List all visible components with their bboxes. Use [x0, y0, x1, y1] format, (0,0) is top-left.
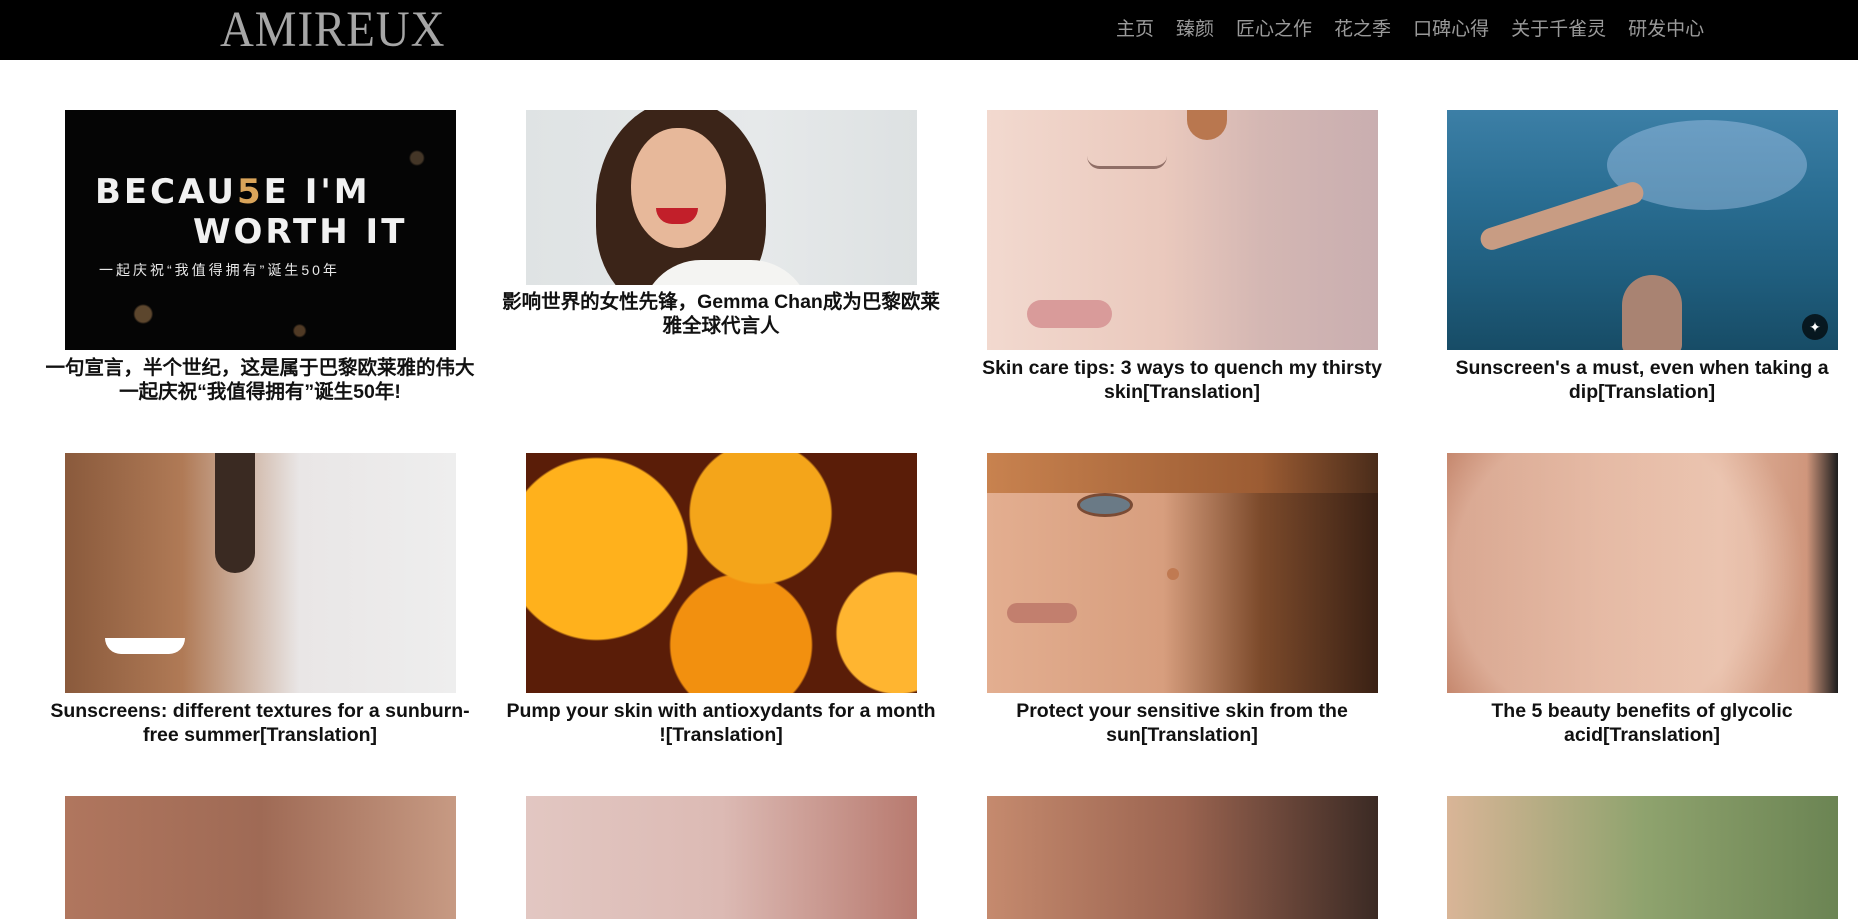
thumbnail-headline-line-1: BECAU5E I'M — [95, 172, 371, 212]
article-title[interactable]: Sunscreen's a must, even when taking a d… — [1422, 356, 1858, 404]
eye — [1077, 493, 1133, 517]
nav-item-reviews[interactable]: 口碑心得 — [1402, 0, 1500, 60]
nav-item-craftsmanship[interactable]: 匠心之作 — [1225, 0, 1323, 60]
article-thumbnail[interactable] — [526, 110, 917, 285]
article-thumbnail[interactable]: ✦ — [1447, 110, 1838, 350]
site-logo[interactable]: AMIREUX — [220, 2, 445, 58]
article-title[interactable]: Protect your sensitive skin from the sun… — [962, 699, 1402, 747]
closed-eye — [1087, 156, 1167, 169]
article-thumbnail[interactable] — [987, 796, 1378, 919]
lips — [1007, 603, 1077, 623]
article-thumbnail[interactable] — [987, 110, 1378, 350]
thumbnail-headline-line-2: WORTH IT — [193, 212, 408, 252]
hair — [987, 453, 1378, 493]
nav-item-rd-center[interactable]: 研发中心 — [1617, 0, 1715, 60]
article-thumbnail[interactable] — [65, 796, 456, 919]
article-thumbnail[interactable] — [1447, 453, 1838, 693]
skin-highlight — [1447, 453, 1838, 693]
main-nav: 主页 臻颜 匠心之作 花之季 口碑心得 关于千雀灵 研发中心 — [1105, 0, 1715, 60]
smile — [105, 638, 185, 654]
magic-wand-icon[interactable]: ✦ — [1802, 314, 1828, 340]
article-thumbnail[interactable] — [526, 796, 917, 919]
swimmer — [1477, 179, 1647, 253]
article-title[interactable]: The 5 beauty benefits of glycolic acid[T… — [1422, 699, 1858, 747]
article-thumbnail[interactable] — [65, 453, 456, 693]
article-thumbnail[interactable]: BECAU5E I'M WORTH IT 一起庆祝“我值得拥有”诞生50年 — [65, 110, 456, 350]
nav-item-about[interactable]: 关于千雀灵 — [1500, 0, 1617, 60]
article-title[interactable]: 影响世界的女性先锋，Gemma Chan成为巴黎欧莱雅全球代言人 — [501, 290, 941, 338]
top-navigation-bar: AMIREUX 主页 臻颜 匠心之作 花之季 口碑心得 关于千雀灵 研发中心 — [0, 0, 1858, 60]
article-thumbnail[interactable] — [526, 453, 917, 693]
hair — [215, 453, 255, 573]
portrait-face — [631, 128, 726, 248]
hair — [1187, 110, 1227, 140]
article-thumbnail[interactable] — [1447, 796, 1838, 919]
earring — [1167, 568, 1179, 580]
article-title[interactable]: 一句宣言，半个世纪，这是属于巴黎欧莱雅的伟大一起庆祝“我值得拥有”诞生50年! — [40, 356, 480, 404]
nav-item-zhenyan[interactable]: 臻颜 — [1165, 0, 1225, 60]
article-title[interactable]: Skin care tips: 3 ways to quench my thir… — [962, 356, 1402, 404]
article-thumbnail[interactable] — [987, 453, 1378, 693]
thumbnail-subtitle: 一起庆祝“我值得拥有”诞生50年 — [99, 262, 340, 278]
lips — [1027, 300, 1112, 328]
diver — [1622, 275, 1682, 350]
article-title[interactable]: Sunscreens: different textures for a sun… — [40, 699, 480, 747]
article-title[interactable]: Pump your skin with antioxydants for a m… — [501, 699, 941, 747]
nav-item-flower-season[interactable]: 花之季 — [1323, 0, 1402, 60]
nav-item-home[interactable]: 主页 — [1105, 0, 1165, 60]
